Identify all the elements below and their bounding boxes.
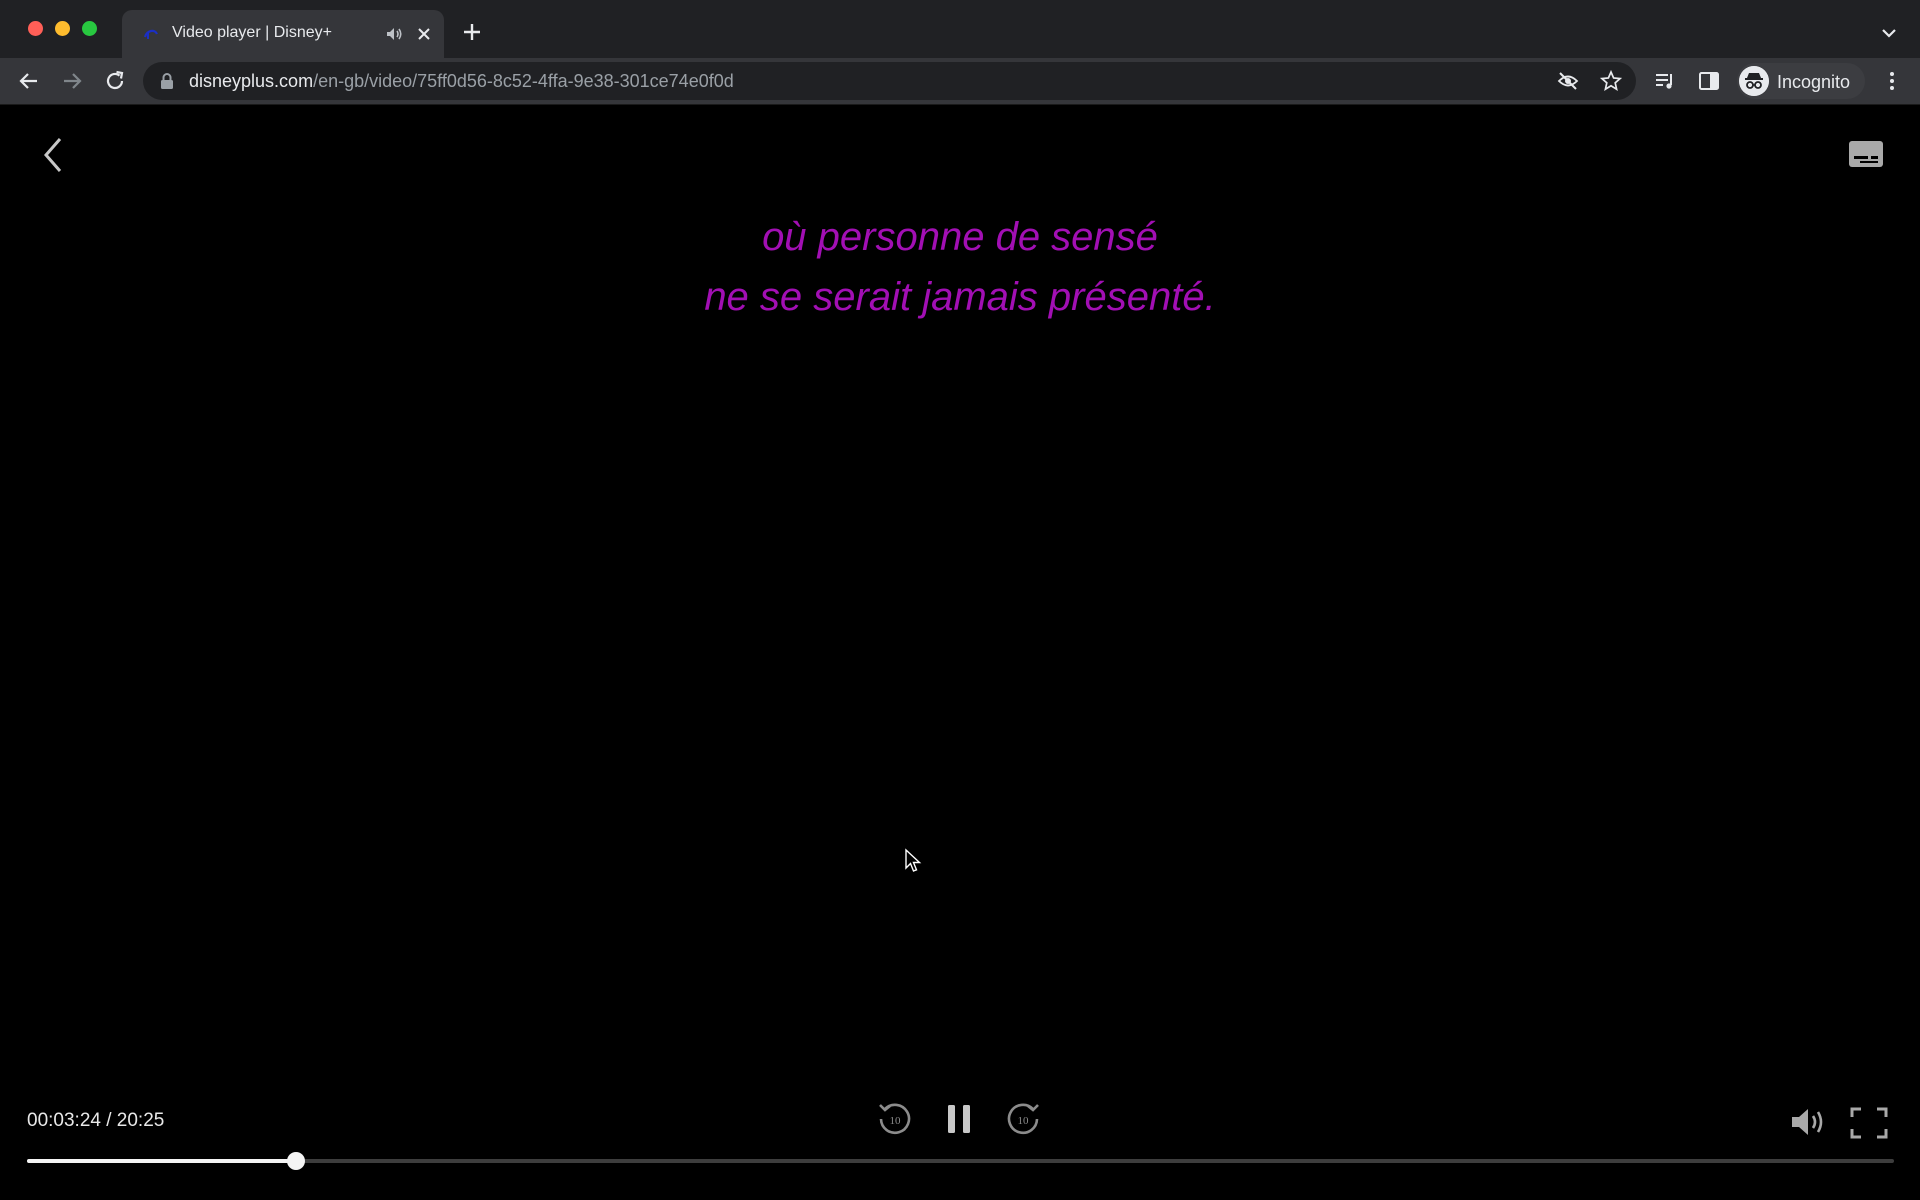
time-display: 00:03:24 / 20:25 xyxy=(27,1110,165,1131)
progress-fill xyxy=(27,1159,296,1163)
profile-incognito-button[interactable]: Incognito xyxy=(1737,63,1865,99)
fullscreen-icon[interactable] xyxy=(1849,1106,1889,1140)
eye-off-icon[interactable] xyxy=(1557,70,1579,92)
arrow-left-icon[interactable] xyxy=(17,69,41,93)
media-queue-icon[interactable] xyxy=(1653,69,1677,93)
browser-tab-active[interactable]: Video player | Disney+ xyxy=(122,10,444,58)
window-minimize-button[interactable] xyxy=(55,21,70,36)
incognito-label: Incognito xyxy=(1777,72,1851,92)
plus-icon[interactable] xyxy=(461,21,483,43)
rewind-seconds: 10 xyxy=(890,1115,902,1127)
incognito-icon xyxy=(1739,66,1769,96)
mouse-cursor-icon xyxy=(905,848,922,872)
rewind-10-icon[interactable]: 10 xyxy=(876,1100,914,1138)
reload-icon[interactable] xyxy=(103,69,127,93)
window-maximize-button[interactable] xyxy=(82,21,97,36)
chevron-down-icon[interactable] xyxy=(1878,22,1900,44)
subtitle-line-1: où personne de sensé xyxy=(762,215,1158,259)
forward-seconds: 10 xyxy=(1018,1115,1030,1127)
url-host: disneyplus.com xyxy=(189,71,314,91)
progress-handle[interactable] xyxy=(286,1152,305,1170)
disney-plus-icon xyxy=(143,29,159,39)
lock-icon[interactable] xyxy=(160,73,174,89)
kebab-menu-icon[interactable] xyxy=(1880,69,1904,93)
subtitle-line-2: ne se serait jamais présenté. xyxy=(704,275,1216,319)
speaker-icon[interactable] xyxy=(384,24,404,44)
star-icon[interactable] xyxy=(1600,70,1622,92)
url-text[interactable]: disneyplus.com/en-gb/video/75ff0d56-8c52… xyxy=(189,71,734,92)
pause-icon[interactable] xyxy=(944,1100,974,1138)
chevron-left-icon[interactable] xyxy=(38,133,68,177)
browser-toolbar: disneyplus.com/en-gb/video/75ff0d56-8c52… xyxy=(0,58,1920,105)
forward-10-icon[interactable]: 10 xyxy=(1004,1100,1042,1138)
progress-bar[interactable] xyxy=(27,1152,1894,1170)
close-icon[interactable] xyxy=(415,25,433,43)
url-path: /en-gb/video/75ff0d56-8c52-4ffa-9e38-301… xyxy=(313,71,734,91)
subtitles: où personne de sensé ne se serait jamais… xyxy=(0,207,1920,327)
arrow-right-icon[interactable] xyxy=(60,69,84,93)
tab-title: Video player | Disney+ xyxy=(172,24,332,41)
captions-icon[interactable] xyxy=(1848,140,1884,168)
volume-icon[interactable] xyxy=(1789,1105,1827,1139)
address-bar[interactable]: disneyplus.com/en-gb/video/75ff0d56-8c52… xyxy=(143,62,1636,100)
window-close-button[interactable] xyxy=(28,21,43,36)
browser-title-bar: Video player | Disney+ xyxy=(0,0,1920,58)
side-panel-icon[interactable] xyxy=(1697,69,1721,93)
video-player[interactable]: où personne de sensé ne se serait jamais… xyxy=(0,105,1920,1200)
